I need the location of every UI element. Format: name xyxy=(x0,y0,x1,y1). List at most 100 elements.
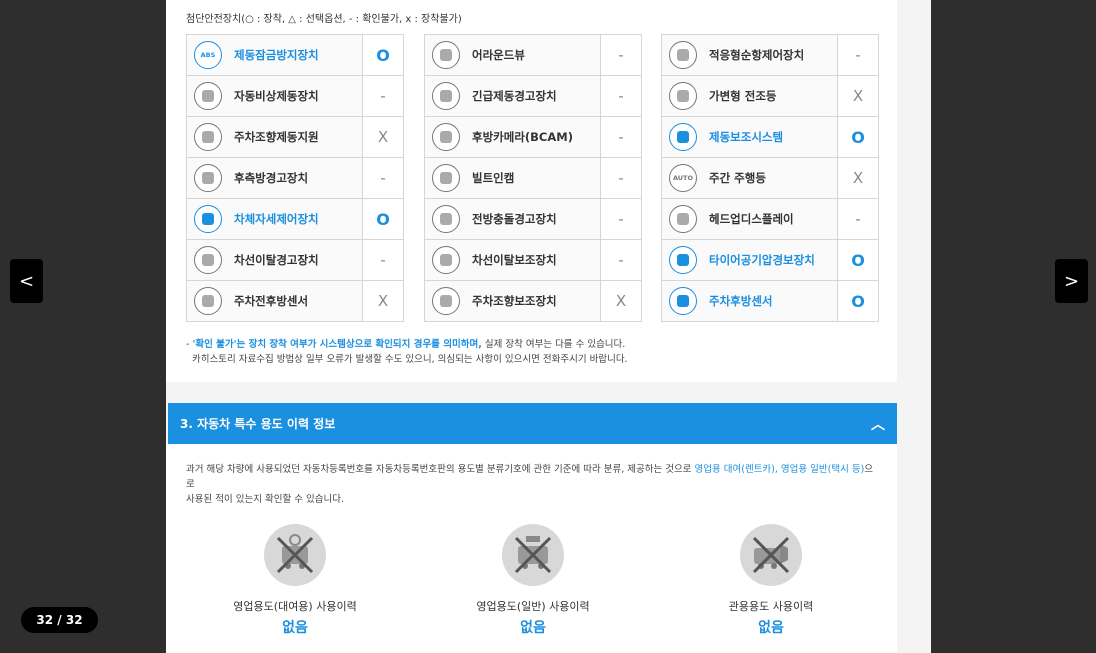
hud-icon xyxy=(669,205,697,233)
special-use-section-header[interactable]: 3. 자동차 특수 용도 이력 정보 ︿ xyxy=(168,403,897,444)
safety-feature-status: - xyxy=(837,35,878,75)
icon-glyph xyxy=(440,295,452,307)
report-page: 첨단안전장치(○ : 장착, △ : 선택옵션, - : 확인불가, x : 장… xyxy=(166,0,931,653)
safety-feature-name: 후측방경고장치 xyxy=(234,171,309,185)
safety-row: 적응형순항제어장치 - xyxy=(662,35,879,76)
safety-row: 주차조향제동지원 X xyxy=(187,117,404,158)
adaptive-cruise-icon xyxy=(669,41,697,69)
parking-sensor-icon xyxy=(194,287,222,315)
chevron-up-icon[interactable]: ︿ xyxy=(871,414,885,434)
parking-steer-icon xyxy=(194,123,222,151)
icon-glyph xyxy=(202,131,214,143)
safety-feature-name: 후방카메라(BCAM) xyxy=(472,130,573,144)
safety-feature-name: 차체자세제어장치 xyxy=(234,212,319,226)
desc-highlight: 영업용 대여(렌트카), 영업용 일반(택시 등) xyxy=(694,464,865,475)
safety-feature-name: 제동보조시스템 xyxy=(709,130,784,144)
desc-part1: 과거 해당 차량에 사용되었던 자동차등록번호를 자동차등록번호판의 용도별 분… xyxy=(186,464,695,475)
safety-column: 어라운드뷰 - 긴급제동경고장치 - 후방카메라(BCAM) - 빌트인캠 - 전방충돌경고장치… xyxy=(424,34,642,322)
icon-glyph xyxy=(202,172,214,184)
usage-label: 관용용도 사용이력 xyxy=(728,600,814,613)
icon-glyph xyxy=(677,295,689,307)
icon-glyph xyxy=(202,90,214,102)
safety-feature-status: X xyxy=(837,76,878,116)
safety-legend: 첨단안전장치(○ : 장착, △ : 선택옵션, - : 확인불가, x : 장… xyxy=(186,14,462,25)
safety-feature-status: - xyxy=(600,158,641,198)
safety-feature-status: X xyxy=(600,281,641,321)
safety-row: ABS 제동잠금방지장치 O xyxy=(187,35,404,76)
safety-feature-name: 주간 주행등 xyxy=(709,171,766,185)
safety-column: ABS 제동잠금방지장치 O 자동비상제동장치 - 주차조향제동지원 X 후측방경고장치 - 차체… xyxy=(186,34,404,322)
desc-line2: 사용된 적이 있는지 확인할 수 있습니다. xyxy=(186,494,344,505)
safety-feature-status: - xyxy=(362,240,403,280)
note-highlight: '확인 불가'는 장치 장착 여부가 시스템상으로 확인되지 경우를 의미하며, xyxy=(192,339,482,350)
usage-general: 영업용도(일반) 사용이력 없음 xyxy=(453,524,613,637)
safety-feature-name: 빌트인캠 xyxy=(472,171,515,185)
note-line2: 카히스토리 자료수집 방법상 일부 오류가 발생할 수도 있으니, 의심되는 사… xyxy=(192,354,628,365)
safety-feature-name: 가변형 전조등 xyxy=(709,89,777,103)
safety-feature-status: X xyxy=(362,281,403,321)
icon-glyph xyxy=(677,213,689,225)
special-use-card: 과거 해당 차량에 사용되었던 자동차등록번호를 자동차등록번호판의 용도별 분… xyxy=(166,444,897,653)
around-view-icon xyxy=(432,41,460,69)
safety-note: - '확인 불가'는 장치 장착 여부가 시스템상으로 확인되지 경우를 의미하… xyxy=(186,337,628,367)
safety-row: AUTO 주간 주행등 X xyxy=(662,158,879,199)
usage-label: 영업용도(일반) 사용이력 xyxy=(476,600,590,613)
safety-feature-status: O xyxy=(837,240,878,280)
safety-feature-status: - xyxy=(600,76,641,116)
safety-row: 차체자세제어장치 O xyxy=(187,199,404,240)
emergency-brake-icon xyxy=(194,82,222,110)
rental-car-crossed-icon xyxy=(264,524,326,586)
icon-glyph xyxy=(202,213,214,225)
emergency-warning-icon xyxy=(432,82,460,110)
safety-feature-status: - xyxy=(362,158,403,198)
icon-glyph xyxy=(677,131,689,143)
safety-feature-status: O xyxy=(837,281,878,321)
safety-feature-name: 주차조향보조장치 xyxy=(472,294,557,308)
safety-row: 후측방경고장치 - xyxy=(187,158,404,199)
safety-row: 차선이탈보조장치 - xyxy=(425,240,642,281)
safety-column: 적응형순항제어장치 - 가변형 전조등 X 제동보조시스템 O AUTO 주간 주행등 X 헤드업… xyxy=(661,34,879,322)
safety-row: 헤드업디스플레이 - xyxy=(662,199,879,240)
safety-feature-name: 전방충돌경고장치 xyxy=(472,212,557,226)
next-page-button[interactable]: > xyxy=(1055,259,1088,303)
safety-row: 어라운드뷰 - xyxy=(425,35,642,76)
icon-glyph xyxy=(202,254,214,266)
lane-assist-icon xyxy=(432,246,460,274)
safety-row: 후방카메라(BCAM) - xyxy=(425,117,642,158)
safety-row: 가변형 전조등 X xyxy=(662,76,879,117)
icon-glyph xyxy=(202,295,214,307)
icon-glyph xyxy=(440,254,452,266)
special-use-description: 과거 해당 차량에 사용되었던 자동차등록번호를 자동차등록번호판의 용도별 분… xyxy=(186,462,876,507)
safety-feature-status: - xyxy=(600,240,641,280)
usage-label: 영업용도(대여용) 사용이력 xyxy=(233,600,357,613)
safety-feature-name: 주차전후방센서 xyxy=(234,294,309,308)
section-title: 3. 자동차 특수 용도 이력 정보 xyxy=(180,417,336,431)
builtin-cam-icon xyxy=(432,164,460,192)
headlamp-icon xyxy=(669,82,697,110)
stability-control-icon xyxy=(194,205,222,233)
safety-feature-name: 주차후방센서 xyxy=(709,294,773,308)
page-counter: 32 / 32 xyxy=(21,607,98,633)
safety-feature-name: 헤드업디스플레이 xyxy=(709,212,794,226)
icon-glyph xyxy=(677,254,689,266)
rear-side-warning-icon xyxy=(194,164,222,192)
safety-feature-name: 차선이탈보조장치 xyxy=(472,253,557,267)
usage-government: 관용용도 사용이력 없음 xyxy=(691,524,851,637)
icon-badge: ABS xyxy=(200,51,216,59)
prev-page-button[interactable]: < xyxy=(10,259,43,303)
safety-row: 제동보조시스템 O xyxy=(662,117,879,158)
safety-row: 차선이탈경고장치 - xyxy=(187,240,404,281)
icon-glyph xyxy=(440,213,452,225)
icon-glyph xyxy=(440,131,452,143)
safety-feature-status: - xyxy=(600,35,641,75)
safety-feature-status: O xyxy=(362,35,403,75)
usage-value: 없음 xyxy=(758,620,784,636)
brake-assist-icon xyxy=(669,123,697,151)
usage-value: 없음 xyxy=(282,620,308,636)
government-car-crossed-icon xyxy=(740,524,802,586)
icon-glyph xyxy=(440,90,452,102)
usage-rental: 영업용도(대여용) 사용이력 없음 xyxy=(215,524,375,637)
icon-glyph xyxy=(440,49,452,61)
safety-feature-status: O xyxy=(837,117,878,157)
safety-row: 주차후방센서 O xyxy=(662,281,879,322)
